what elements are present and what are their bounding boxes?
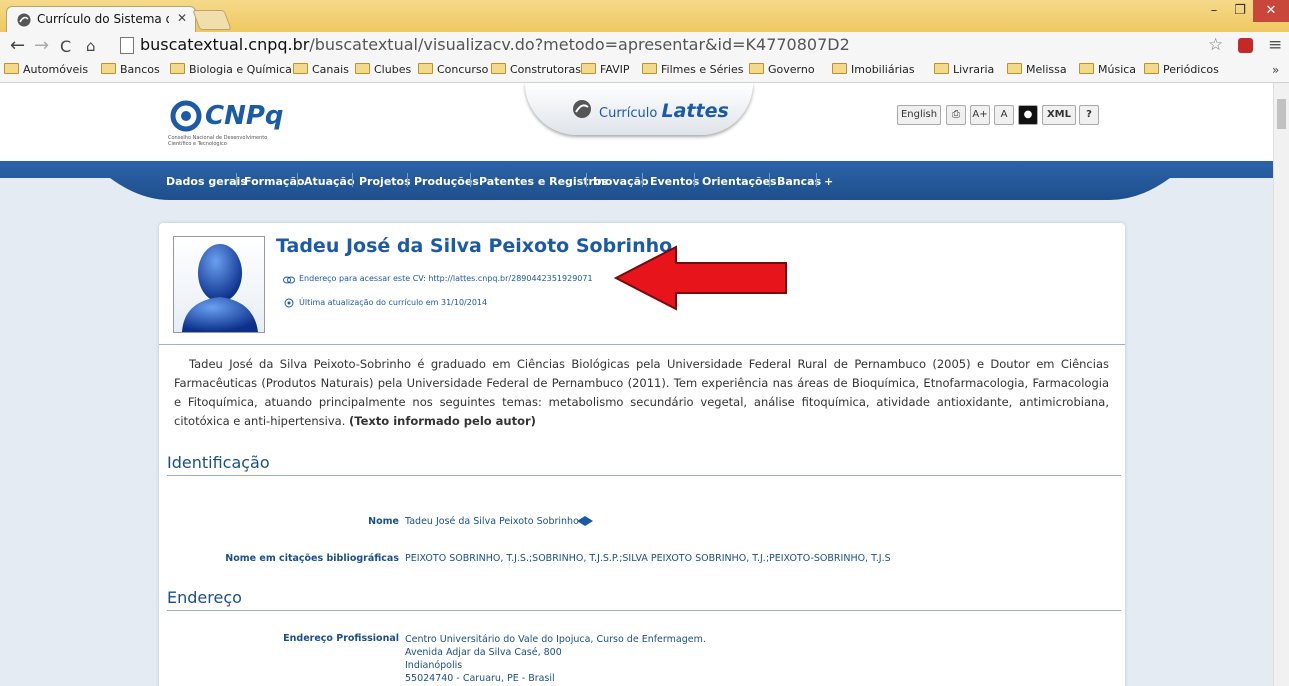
cnpq-pesquisador-icon — [577, 516, 593, 526]
endereco-line: 55024740 - Caruaru, PE - Brasil — [405, 673, 555, 684]
nav-curve-decoration — [0, 178, 1273, 201]
endereco-line: Centro Universitário do Vale do Ipojuca,… — [405, 634, 706, 645]
tab-close-icon[interactable]: ✕ — [177, 11, 187, 25]
bookmark-star-icon[interactable]: ☆ — [1208, 35, 1223, 55]
bookmark-item[interactable]: Imobiliárias — [832, 63, 915, 76]
page-scrollbar[interactable] — [1273, 83, 1289, 686]
cnpq-logo-text[interactable]: CNPq — [205, 101, 284, 131]
avatar-icon — [182, 244, 258, 332]
english-button[interactable]: English — [897, 105, 941, 125]
browser-tab[interactable]: Currículo do Sistema de C ✕ — [6, 6, 196, 33]
folder-icon — [418, 63, 433, 74]
section-identificacao-title: Identificação — [167, 453, 270, 472]
update-icon — [284, 298, 294, 308]
bookmark-item[interactable]: Bancos — [101, 63, 160, 76]
cnpq-logo-icon — [170, 100, 202, 132]
bookmark-item[interactable]: Clubes — [355, 63, 411, 76]
section-divider — [167, 610, 1121, 611]
last-update: Última atualização do currículo em 31/10… — [299, 298, 488, 307]
profile-summary: Tadeu José da Silva Peixoto-Sobrinho é g… — [174, 357, 1109, 428]
home-icon[interactable]: ⌂ — [86, 37, 96, 55]
extension-icon[interactable] — [1238, 38, 1253, 53]
folder-icon — [1007, 63, 1022, 74]
reload-icon[interactable]: C — [60, 37, 71, 56]
font-normal-button[interactable]: A — [994, 105, 1014, 125]
red-arrow-annotation — [614, 245, 787, 311]
folder-icon — [491, 63, 506, 74]
cv-content-panel: Tadeu José da Silva Peixoto Sobrinho End… — [159, 223, 1125, 686]
profile-name: Tadeu José da Silva Peixoto Sobrinho — [276, 235, 673, 257]
close-window-icon[interactable]: ✕ — [1253, 0, 1289, 22]
bookmark-item[interactable]: Canais — [293, 63, 349, 76]
bookmark-item[interactable]: Filmes e Séries — [642, 63, 743, 76]
scrollbar-thumb[interactable] — [1277, 99, 1286, 129]
bookmark-item[interactable]: FAVIP — [581, 63, 630, 76]
chrome-menu-icon[interactable]: ≡ — [1268, 35, 1282, 55]
back-icon[interactable]: ← — [10, 35, 25, 56]
folder-icon — [170, 63, 185, 74]
help-button[interactable]: ? — [1079, 105, 1099, 125]
lattes-logo-icon — [573, 100, 591, 118]
print-icon[interactable]: ⎙ — [946, 105, 966, 125]
section-endereco-title: Endereço — [167, 588, 242, 607]
folder-icon — [4, 63, 19, 74]
folder-icon — [581, 63, 596, 74]
tab-title: Currículo do Sistema de C — [37, 12, 169, 26]
folder-icon — [101, 63, 116, 74]
forward-icon[interactable]: → — [34, 35, 49, 56]
folder-icon — [642, 63, 657, 74]
folder-icon — [1079, 63, 1094, 74]
folder-icon — [355, 63, 370, 74]
lattes-favicon-icon — [17, 13, 31, 27]
bookmark-item[interactable]: Construtoras — [491, 63, 581, 76]
address-bar[interactable]: buscatextual.cnpq.br/buscatextual/visual… — [140, 35, 850, 54]
lattes-title[interactable]: Currículo Lattes — [599, 100, 729, 122]
new-tab-button[interactable] — [192, 10, 232, 30]
citacoes-value: PEIXOTO SOBRINHO, T.J.S.;SOBRINHO, T.J.S… — [405, 553, 891, 564]
bookmark-item[interactable]: Melissa — [1007, 63, 1067, 76]
folder-icon — [1144, 63, 1159, 74]
endereco-label: Endereço Profissional — [283, 633, 399, 644]
contrast-icon[interactable]: ● — [1018, 105, 1038, 125]
folder-icon — [749, 63, 764, 74]
bookmark-item[interactable]: Governo — [749, 63, 815, 76]
url-path: /buscatextual/visualizacv.do?metodo=apre… — [309, 35, 850, 54]
nome-value: Tadeu José da Silva Peixoto Sobrinho — [405, 516, 579, 527]
endereco-line: Avenida Adjar da Silva Casé, 800 — [405, 647, 562, 658]
citacoes-label: Nome em citações bibliográficas — [225, 553, 399, 564]
divider — [159, 344, 1125, 345]
profile-photo — [173, 236, 265, 333]
folder-icon — [832, 63, 847, 74]
page-viewport: CNPq Conselho Nacional de Desenvolviment… — [0, 83, 1273, 686]
bookmark-item[interactable]: Livraria — [934, 63, 994, 76]
more-bookmarks-icon[interactable]: » — [1272, 63, 1279, 77]
bookmark-item[interactable]: Biologia e Química — [170, 63, 292, 76]
minimize-icon[interactable]: – — [1201, 0, 1227, 22]
link-icon — [283, 276, 295, 284]
maximize-icon[interactable]: ❐ — [1227, 0, 1253, 22]
folder-icon — [293, 63, 308, 74]
xml-button[interactable]: XML — [1042, 105, 1076, 125]
cv-address[interactable]: Endereço para acessar este CV: http://la… — [299, 274, 593, 283]
bookmark-item[interactable]: Concurso — [418, 63, 488, 76]
nome-label: Nome — [368, 516, 399, 527]
cnpq-subtitle: Conselho Nacional de Desenvolvimento Cie… — [168, 135, 268, 147]
page-icon — [120, 37, 134, 54]
folder-icon — [934, 63, 949, 74]
bookmark-item[interactable]: Música — [1079, 63, 1136, 76]
section-divider — [167, 475, 1121, 476]
window-titlebar: Currículo do Sistema de C ✕ – ❐ ✕ — [0, 0, 1289, 33]
bookmarks-bar: Automóveis Bancos Biologia e Química Can… — [0, 60, 1289, 83]
url-host: buscatextual.cnpq.br — [140, 35, 310, 54]
font-increase-button[interactable]: A+ — [970, 105, 990, 125]
endereco-line: Indianópolis — [405, 660, 463, 671]
bookmark-item[interactable]: Periódicos — [1144, 63, 1219, 76]
site-header: CNPq Conselho Nacional de Desenvolviment… — [0, 83, 1273, 161]
bookmark-item[interactable]: Automóveis — [4, 63, 88, 76]
